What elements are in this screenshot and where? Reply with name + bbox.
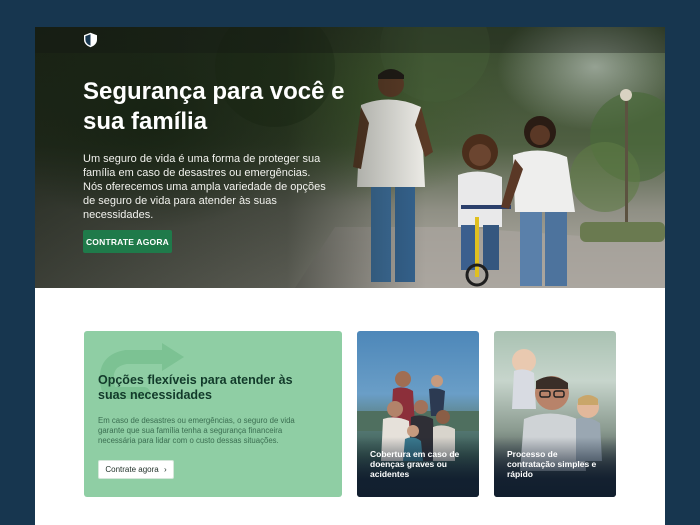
hero-title: Segurança para você e sua família bbox=[83, 78, 345, 135]
critical-illness-card[interactable]: Cobertura em caso de doenças graves ou a… bbox=[357, 331, 479, 497]
top-navbar bbox=[35, 27, 665, 53]
simple-process-label: Processo de contratação simples e rápido bbox=[507, 449, 597, 479]
hero-section: Segurança para você e sua família Um seg… bbox=[35, 27, 665, 288]
critical-illness-label: Cobertura em caso de doenças graves ou a… bbox=[370, 449, 460, 479]
contract-now-secondary-button[interactable]: Contrate agora › bbox=[98, 460, 174, 479]
flexible-options-title: Opções flexíveis para atender às suas ne… bbox=[98, 373, 293, 402]
contract-now-secondary-label: Contrate agora bbox=[105, 465, 159, 474]
page-frame: Segurança para você e sua família Um seg… bbox=[35, 27, 665, 525]
contract-now-button[interactable]: CONTRATE AGORA bbox=[83, 230, 172, 253]
chevron-right-icon: › bbox=[163, 465, 167, 474]
shield-logo-icon[interactable] bbox=[83, 32, 98, 48]
simple-process-card[interactable]: Processo de contratação simples e rápido bbox=[494, 331, 616, 497]
flexible-options-card: Opções flexíveis para atender às suas ne… bbox=[84, 331, 342, 497]
hero-description: Um seguro de vida é uma forma de protege… bbox=[83, 153, 326, 221]
flexible-options-text: Em caso de desastres ou emergências, o s… bbox=[98, 416, 295, 445]
